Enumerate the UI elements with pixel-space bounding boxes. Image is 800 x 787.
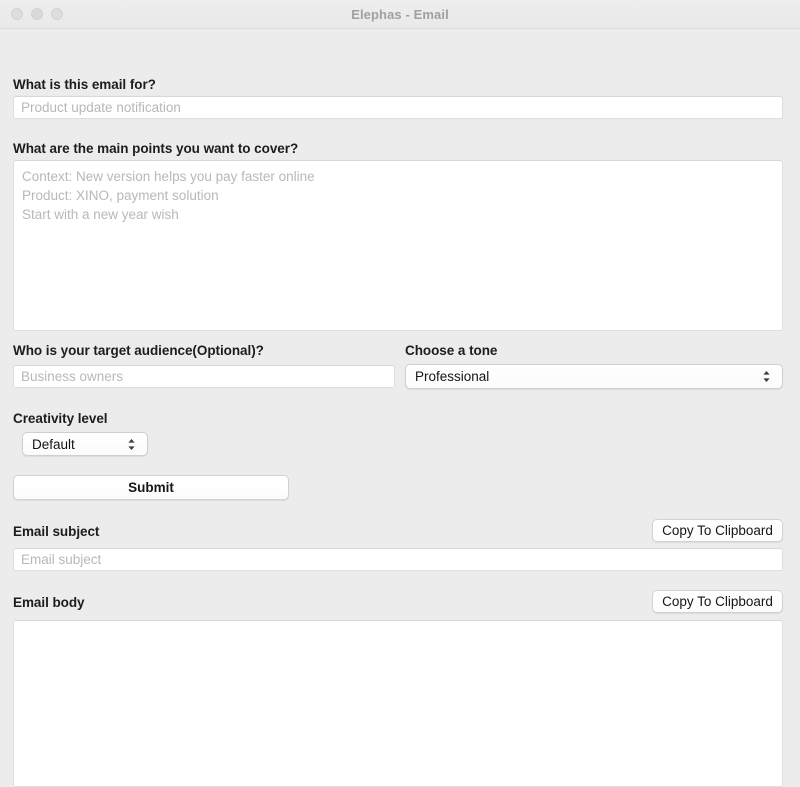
copy-subject-to-clipboard-button[interactable]: Copy To Clipboard: [652, 519, 783, 542]
creativity-label: Creativity level: [13, 411, 108, 426]
chevron-up-down-icon: [121, 438, 141, 451]
form-content: What is this email for? What are the mai…: [0, 29, 800, 775]
tone-select-value: Professional: [406, 369, 756, 384]
traffic-light-group: [11, 0, 63, 28]
email-body-label: Email body: [13, 595, 85, 610]
purpose-input[interactable]: [13, 96, 783, 119]
audience-label: Who is your target audience(Optional)?: [13, 343, 264, 358]
email-body-textarea[interactable]: [13, 620, 783, 787]
main-points-label: What are the main points you want to cov…: [13, 141, 298, 156]
minimize-button-icon[interactable]: [31, 8, 43, 20]
submit-button[interactable]: Submit: [13, 475, 289, 500]
creativity-select[interactable]: Default: [22, 432, 148, 456]
window-titlebar: Elephas - Email: [0, 0, 800, 29]
chevron-up-down-icon: [756, 370, 776, 383]
purpose-label: What is this email for?: [13, 77, 156, 92]
copy-body-to-clipboard-button[interactable]: Copy To Clipboard: [652, 590, 783, 613]
email-subject-label: Email subject: [13, 524, 99, 539]
tone-select[interactable]: Professional: [405, 364, 783, 389]
main-points-textarea[interactable]: [13, 160, 783, 331]
window-title: Elephas - Email: [0, 7, 800, 22]
creativity-select-value: Default: [23, 437, 121, 452]
audience-input[interactable]: [13, 365, 395, 388]
email-subject-input[interactable]: [13, 548, 783, 571]
tone-label: Choose a tone: [405, 343, 497, 358]
app-window: Elephas - Email What is this email for? …: [0, 0, 800, 775]
zoom-button-icon[interactable]: [51, 8, 63, 20]
close-button-icon[interactable]: [11, 8, 23, 20]
